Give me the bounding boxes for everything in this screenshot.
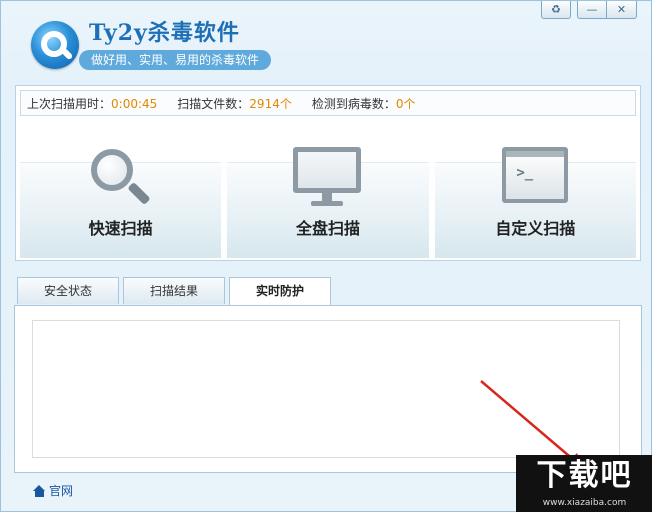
full-scan-label: 全盘扫描 <box>295 219 360 238</box>
monitor-icon <box>292 147 363 209</box>
scan-buttons: 快速扫描 全盘扫描 >_ 自定义扫描 <box>20 147 636 258</box>
last-scan-value: 0:00:45 <box>111 96 158 111</box>
terminal-prompt: >_ <box>516 165 534 181</box>
app-logo-icon <box>31 21 79 69</box>
app-slogan: 做好用、实用、易用的杀毒软件 <box>79 50 272 70</box>
virus-value: 0个 <box>395 96 416 111</box>
quick-scan-label: 快速扫描 <box>88 219 153 238</box>
watermark-url: www.xiazaiba.com <box>542 498 627 508</box>
custom-scan-label: 自定义扫描 <box>495 219 576 238</box>
app-title: Ty2y杀毒软件 <box>89 20 240 46</box>
close-button[interactable]: ✕ <box>607 1 637 19</box>
skin-button[interactable]: ♻ <box>541 1 571 19</box>
magnifier-icon <box>89 147 153 211</box>
files-stat: 扫描文件数：2914个 <box>177 95 292 112</box>
recycle-icon: ♻ <box>551 3 561 16</box>
last-scan-stat: 上次扫描用时：0:00:45 <box>27 95 157 112</box>
watermark-title: 下载吧 <box>536 458 633 493</box>
terminal-icon: >_ <box>502 147 569 203</box>
full-scan-button[interactable]: 全盘扫描 <box>227 147 429 258</box>
scan-panel: 上次扫描用时：0:00:45 扫描文件数：2914个 检测到病毒数：0个 快速扫… <box>15 85 641 261</box>
files-value: 2914个 <box>249 96 292 111</box>
scan-stats-bar: 上次扫描用时：0:00:45 扫描文件数：2914个 检测到病毒数：0个 <box>20 90 636 116</box>
custom-scan-button[interactable]: >_ 自定义扫描 <box>434 147 636 258</box>
official-site-link[interactable]: 官网 <box>33 482 73 499</box>
last-scan-label: 上次扫描用时： <box>27 96 112 111</box>
tab-scan-results[interactable]: 扫描结果 <box>123 277 225 304</box>
watermark-logo: 下载吧 www.xiazaiba.com <box>516 455 652 512</box>
app-window: Ty2y杀毒软件 做好用、实用、易用的杀毒软件 ♻ — ✕ 上次扫描用时：0:0… <box>0 0 652 512</box>
virus-label: 检测到病毒数： <box>311 96 396 111</box>
tab-bar: 安全状态 扫描结果 实时防护 <box>17 277 331 306</box>
tab-realtime-protection[interactable]: 实时防护 <box>229 277 331 306</box>
virus-stat: 检测到病毒数：0个 <box>312 95 416 112</box>
quick-scan-button[interactable]: 快速扫描 <box>20 149 222 258</box>
home-icon <box>33 484 46 497</box>
files-label: 扫描文件数： <box>177 96 250 111</box>
minimize-icon: — <box>586 3 598 16</box>
tab-security-status[interactable]: 安全状态 <box>17 277 119 304</box>
minimize-button[interactable]: — <box>577 1 607 19</box>
close-icon: ✕ <box>616 3 627 16</box>
window-controls: ♻ — ✕ <box>541 1 637 19</box>
official-site-label: 官网 <box>49 484 74 498</box>
